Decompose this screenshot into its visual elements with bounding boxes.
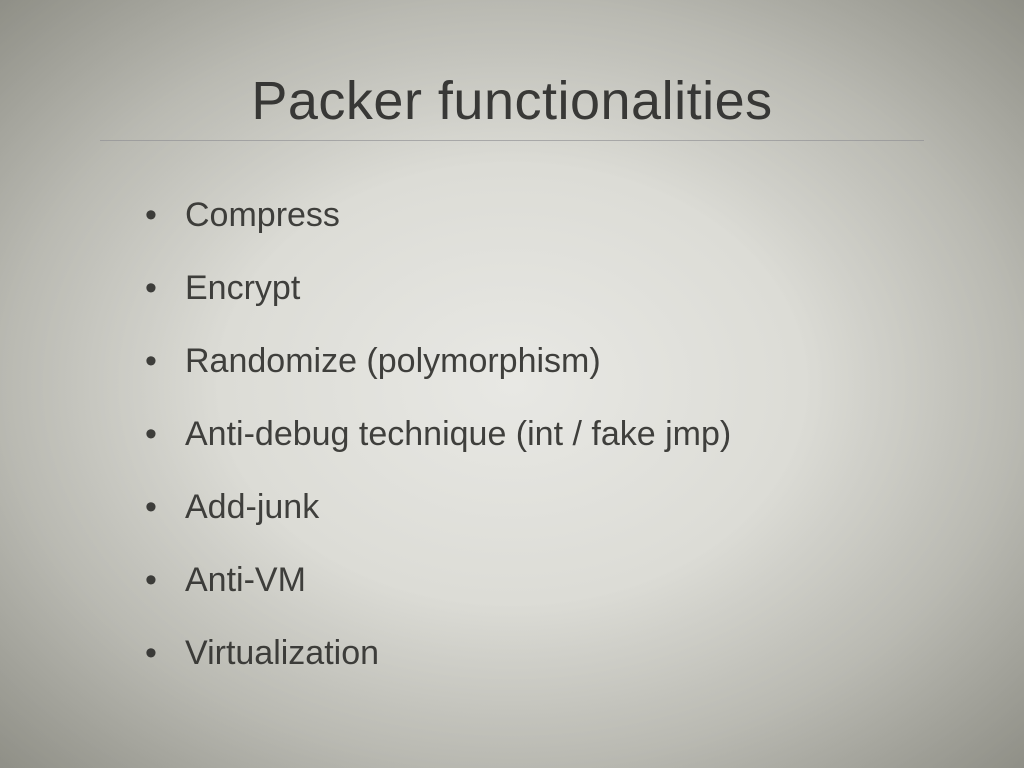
list-item: Compress	[145, 196, 924, 235]
slide-title: Packer functionalities	[100, 70, 924, 132]
title-container: Packer functionalities	[100, 70, 924, 141]
slide-content: Packer functionalities Compress Encrypt …	[0, 0, 1024, 768]
list-item: Virtualization	[145, 634, 924, 673]
list-item: Anti-debug technique (int / fake jmp)	[145, 415, 924, 454]
bullet-list: Compress Encrypt Randomize (polymorphism…	[100, 196, 924, 673]
list-item: Encrypt	[145, 269, 924, 308]
list-item: Add-junk	[145, 488, 924, 527]
list-item: Anti-VM	[145, 561, 924, 600]
list-item: Randomize (polymorphism)	[145, 342, 924, 381]
